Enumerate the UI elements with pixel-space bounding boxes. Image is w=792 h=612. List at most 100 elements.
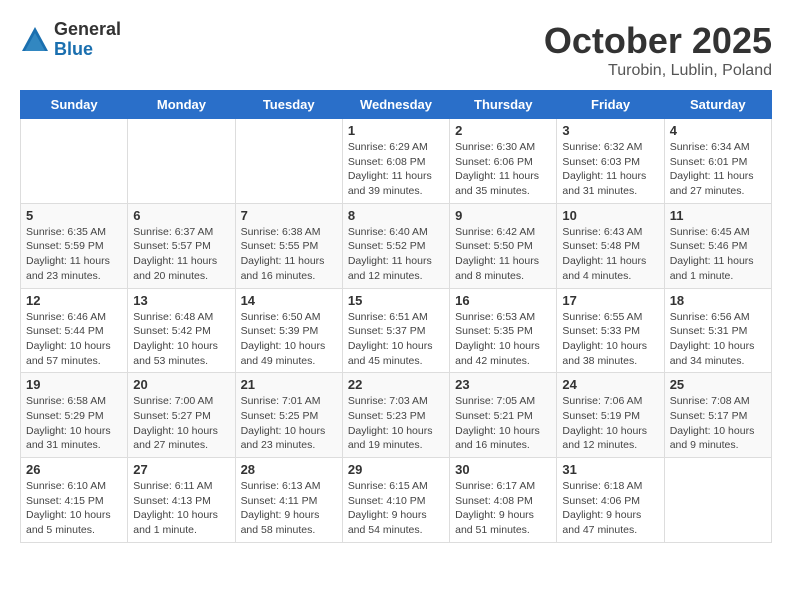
day-info: Sunrise: 6:43 AM Sunset: 5:48 PM Dayligh…	[562, 225, 658, 284]
day-number: 10	[562, 208, 658, 223]
calendar-day-21: 21 Sunrise: 7:01 AM Sunset: 5:25 PM Dayli…	[235, 373, 342, 458]
day-info: Sunrise: 6:38 AM Sunset: 5:55 PM Dayligh…	[241, 225, 337, 284]
calendar-day-5: 5 Sunrise: 6:35 AM Sunset: 5:59 PM Daylig…	[21, 203, 128, 288]
day-number: 17	[562, 293, 658, 308]
calendar-empty-cell	[664, 458, 771, 543]
day-info: Sunrise: 7:03 AM Sunset: 5:23 PM Dayligh…	[348, 394, 444, 453]
day-info: Sunrise: 6:35 AM Sunset: 5:59 PM Dayligh…	[26, 225, 122, 284]
day-number: 16	[455, 293, 551, 308]
day-info: Sunrise: 6:11 AM Sunset: 4:13 PM Dayligh…	[133, 479, 229, 538]
day-number: 6	[133, 208, 229, 223]
calendar-day-22: 22 Sunrise: 7:03 AM Sunset: 5:23 PM Dayli…	[342, 373, 449, 458]
calendar-day-10: 10 Sunrise: 6:43 AM Sunset: 5:48 PM Dayli…	[557, 203, 664, 288]
day-info: Sunrise: 6:55 AM Sunset: 5:33 PM Dayligh…	[562, 310, 658, 369]
day-info: Sunrise: 6:37 AM Sunset: 5:57 PM Dayligh…	[133, 225, 229, 284]
calendar-day-16: 16 Sunrise: 6:53 AM Sunset: 5:35 PM Dayli…	[450, 288, 557, 373]
calendar-day-15: 15Sunrise: 6:51 AM Sunset: 5:37 PM Dayli…	[342, 288, 449, 373]
calendar-day-9: 9 Sunrise: 6:42 AM Sunset: 5:50 PM Daylig…	[450, 203, 557, 288]
calendar-week-row: 1Sunrise: 6:29 AM Sunset: 6:08 PM Daylig…	[21, 119, 772, 204]
day-info: Sunrise: 7:01 AM Sunset: 5:25 PM Dayligh…	[241, 394, 337, 453]
calendar-header-monday: Monday	[128, 91, 235, 119]
day-info: Sunrise: 6:34 AM Sunset: 6:01 PM Dayligh…	[670, 140, 766, 199]
calendar-day-8: 8 Sunrise: 6:40 AM Sunset: 5:52 PM Daylig…	[342, 203, 449, 288]
calendar-day-24: 24 Sunrise: 7:06 AM Sunset: 5:19 PM Dayli…	[557, 373, 664, 458]
day-info: Sunrise: 7:05 AM Sunset: 5:21 PM Dayligh…	[455, 394, 551, 453]
calendar-header-wednesday: Wednesday	[342, 91, 449, 119]
calendar-week-row: 5 Sunrise: 6:35 AM Sunset: 5:59 PM Daylig…	[21, 203, 772, 288]
day-number: 24	[562, 377, 658, 392]
calendar-day-7: 7 Sunrise: 6:38 AM Sunset: 5:55 PM Daylig…	[235, 203, 342, 288]
day-info: Sunrise: 7:06 AM Sunset: 5:19 PM Dayligh…	[562, 394, 658, 453]
day-number: 29	[348, 462, 444, 477]
day-info: Sunrise: 6:51 AM Sunset: 5:37 PM Dayligh…	[348, 310, 444, 369]
day-info: Sunrise: 6:40 AM Sunset: 5:52 PM Dayligh…	[348, 225, 444, 284]
calendar-header-friday: Friday	[557, 91, 664, 119]
calendar-day-14: 14Sunrise: 6:50 AM Sunset: 5:39 PM Dayli…	[235, 288, 342, 373]
calendar-day-27: 27Sunrise: 6:11 AM Sunset: 4:13 PM Dayli…	[128, 458, 235, 543]
day-number: 8	[348, 208, 444, 223]
calendar-day-25: 25 Sunrise: 7:08 AM Sunset: 5:17 PM Dayli…	[664, 373, 771, 458]
day-info: Sunrise: 7:00 AM Sunset: 5:27 PM Dayligh…	[133, 394, 229, 453]
day-number: 5	[26, 208, 122, 223]
calendar-day-11: 11Sunrise: 6:45 AM Sunset: 5:46 PM Dayli…	[664, 203, 771, 288]
calendar-day-18: 18Sunrise: 6:56 AM Sunset: 5:31 PM Dayli…	[664, 288, 771, 373]
day-number: 7	[241, 208, 337, 223]
calendar-week-row: 12 Sunrise: 6:46 AM Sunset: 5:44 PM Dayli…	[21, 288, 772, 373]
day-info: Sunrise: 6:46 AM Sunset: 5:44 PM Dayligh…	[26, 310, 122, 369]
day-number: 2	[455, 123, 551, 138]
calendar-header-thursday: Thursday	[450, 91, 557, 119]
calendar-day-3: 3 Sunrise: 6:32 AM Sunset: 6:03 PM Daylig…	[557, 119, 664, 204]
logo-blue-text: Blue	[54, 40, 121, 60]
day-number: 23	[455, 377, 551, 392]
day-number: 11	[670, 208, 766, 223]
calendar-day-19: 19 Sunrise: 6:58 AM Sunset: 5:29 PM Dayli…	[21, 373, 128, 458]
day-number: 18	[670, 293, 766, 308]
day-number: 26	[26, 462, 122, 477]
day-info: Sunrise: 6:32 AM Sunset: 6:03 PM Dayligh…	[562, 140, 658, 199]
calendar-day-17: 17 Sunrise: 6:55 AM Sunset: 5:33 PM Dayli…	[557, 288, 664, 373]
month-title: October 2025	[544, 20, 772, 62]
logo-general-text: General	[54, 20, 121, 40]
calendar-day-26: 26 Sunrise: 6:10 AM Sunset: 4:15 PM Dayli…	[21, 458, 128, 543]
calendar-day-20: 20 Sunrise: 7:00 AM Sunset: 5:27 PM Dayli…	[128, 373, 235, 458]
day-info: Sunrise: 6:50 AM Sunset: 5:39 PM Dayligh…	[241, 310, 337, 369]
calendar-header-row: SundayMondayTuesdayWednesdayThursdayFrid…	[21, 91, 772, 119]
calendar-day-13: 13Sunrise: 6:48 AM Sunset: 5:42 PM Dayli…	[128, 288, 235, 373]
calendar-week-row: 26 Sunrise: 6:10 AM Sunset: 4:15 PM Dayli…	[21, 458, 772, 543]
location-title: Turobin, Lublin, Poland	[544, 62, 772, 80]
calendar-day-28: 28 Sunrise: 6:13 AM Sunset: 4:11 PM Dayli…	[235, 458, 342, 543]
day-number: 28	[241, 462, 337, 477]
day-number: 20	[133, 377, 229, 392]
day-info: Sunrise: 6:18 AM Sunset: 4:06 PM Dayligh…	[562, 479, 658, 538]
calendar-day-6: 6 Sunrise: 6:37 AM Sunset: 5:57 PM Daylig…	[128, 203, 235, 288]
page-header: General Blue October 2025 Turobin, Lubli…	[20, 20, 772, 80]
calendar-empty-cell	[128, 119, 235, 204]
day-info: Sunrise: 6:42 AM Sunset: 5:50 PM Dayligh…	[455, 225, 551, 284]
day-number: 3	[562, 123, 658, 138]
logo: General Blue	[20, 20, 121, 60]
day-info: Sunrise: 6:17 AM Sunset: 4:08 PM Dayligh…	[455, 479, 551, 538]
day-info: Sunrise: 7:08 AM Sunset: 5:17 PM Dayligh…	[670, 394, 766, 453]
calendar-header-saturday: Saturday	[664, 91, 771, 119]
calendar-header-sunday: Sunday	[21, 91, 128, 119]
day-info: Sunrise: 6:53 AM Sunset: 5:35 PM Dayligh…	[455, 310, 551, 369]
calendar-day-23: 23 Sunrise: 7:05 AM Sunset: 5:21 PM Dayli…	[450, 373, 557, 458]
calendar-day-2: 2 Sunrise: 6:30 AM Sunset: 6:06 PM Daylig…	[450, 119, 557, 204]
day-number: 25	[670, 377, 766, 392]
day-info: Sunrise: 6:10 AM Sunset: 4:15 PM Dayligh…	[26, 479, 122, 538]
calendar-day-12: 12 Sunrise: 6:46 AM Sunset: 5:44 PM Dayli…	[21, 288, 128, 373]
day-number: 4	[670, 123, 766, 138]
day-number: 1	[348, 123, 444, 138]
calendar-day-1: 1Sunrise: 6:29 AM Sunset: 6:08 PM Daylig…	[342, 119, 449, 204]
day-info: Sunrise: 6:30 AM Sunset: 6:06 PM Dayligh…	[455, 140, 551, 199]
day-number: 19	[26, 377, 122, 392]
day-number: 21	[241, 377, 337, 392]
day-info: Sunrise: 6:58 AM Sunset: 5:29 PM Dayligh…	[26, 394, 122, 453]
calendar-day-31: 31 Sunrise: 6:18 AM Sunset: 4:06 PM Dayli…	[557, 458, 664, 543]
day-number: 9	[455, 208, 551, 223]
day-number: 22	[348, 377, 444, 392]
calendar-day-4: 4 Sunrise: 6:34 AM Sunset: 6:01 PM Daylig…	[664, 119, 771, 204]
day-info: Sunrise: 6:13 AM Sunset: 4:11 PM Dayligh…	[241, 479, 337, 538]
day-number: 12	[26, 293, 122, 308]
day-number: 31	[562, 462, 658, 477]
